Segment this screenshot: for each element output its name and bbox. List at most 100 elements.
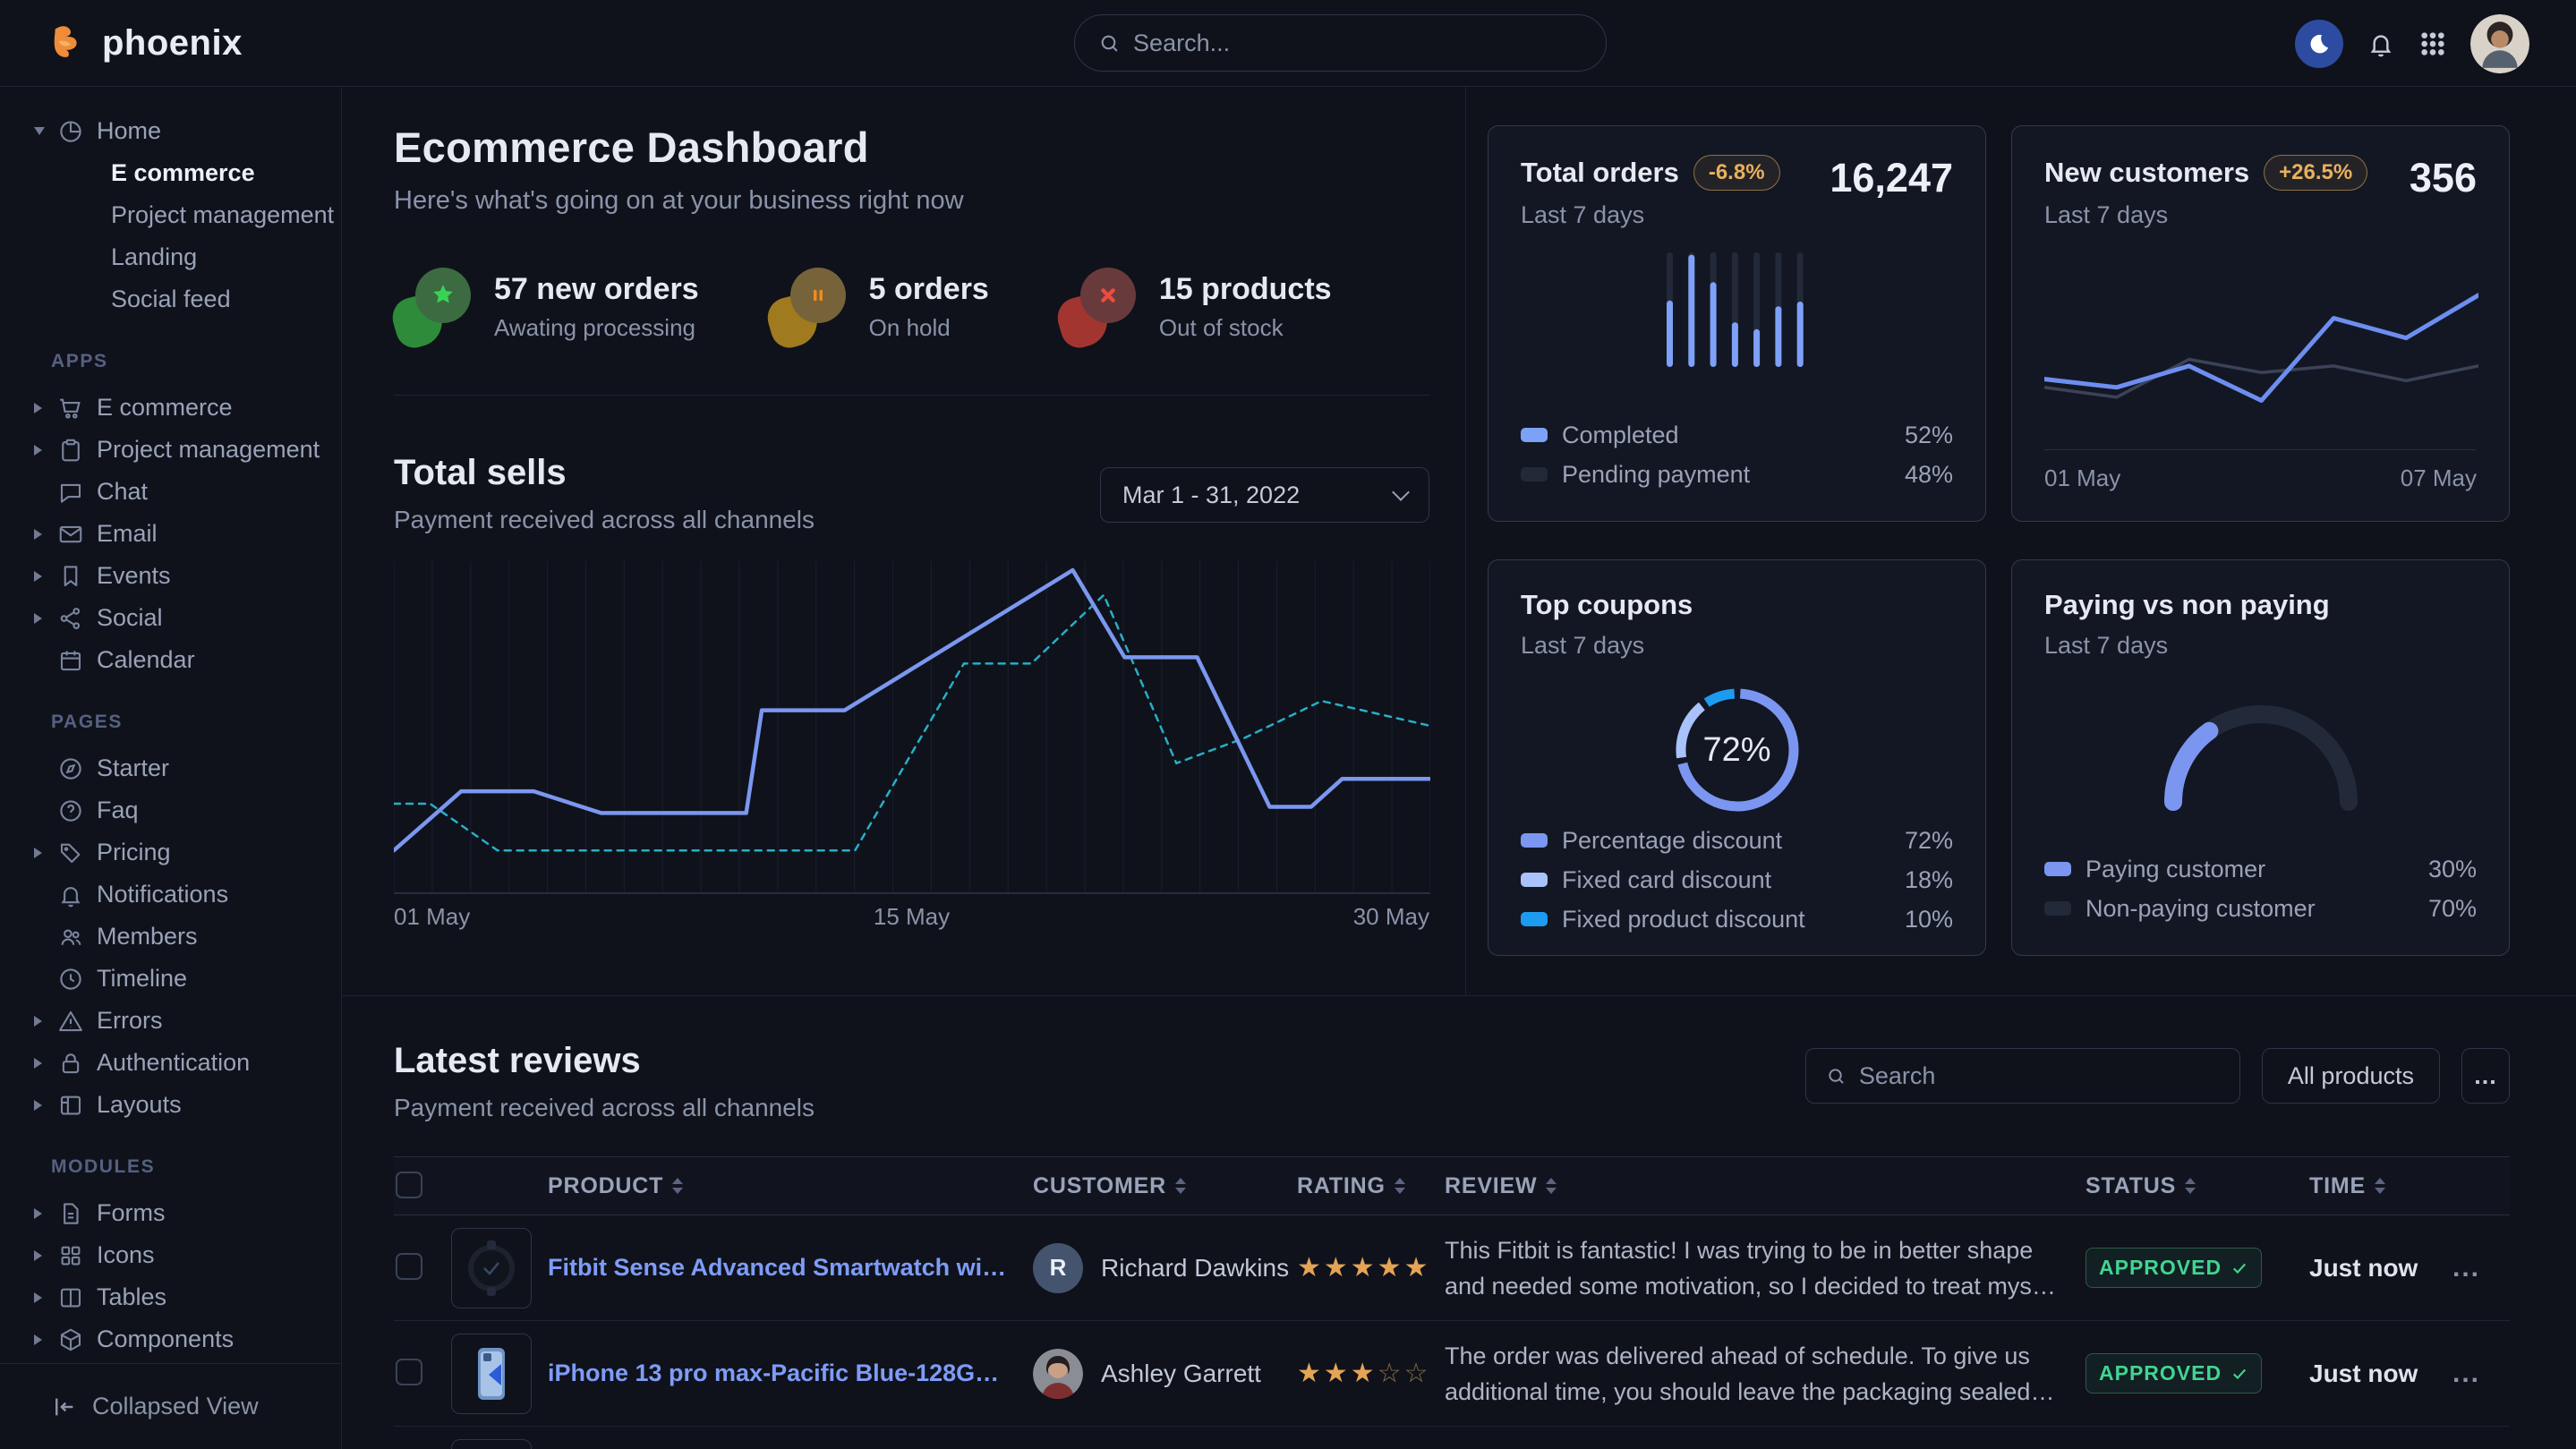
caret-slot: [34, 529, 57, 540]
caret-slot: [34, 848, 57, 858]
sidebar-item-tables[interactable]: Tables: [0, 1276, 341, 1318]
date-range-select[interactable]: Mar 1 - 31, 2022: [1100, 467, 1429, 523]
product-thumbnail: [451, 1334, 532, 1414]
notifications-button[interactable]: [2367, 30, 2395, 58]
bookmark-icon: [57, 563, 84, 590]
nine-dots-grid-icon: [2418, 30, 2447, 58]
sidebar-item-e-commerce[interactable]: E commerce: [0, 387, 341, 429]
caret-slot: [34, 613, 57, 624]
column-header-rating[interactable]: RATING: [1297, 1173, 1445, 1199]
sidebar-item-faq[interactable]: Faq: [0, 789, 341, 831]
caret-right-icon: [34, 1208, 42, 1219]
column-header-time[interactable]: TIME: [2309, 1173, 2452, 1199]
row-more-button[interactable]: ...: [2452, 1359, 2480, 1389]
sidebar-item-social[interactable]: Social: [0, 597, 341, 639]
column-header-product[interactable]: PRODUCT: [451, 1173, 1033, 1199]
legend-row: Non-paying customer70%: [2044, 889, 2477, 928]
legend-label: Fixed product discount: [1562, 906, 1805, 933]
legend-row: Paying customer30%: [2044, 849, 2477, 889]
sidebar-item-notifications[interactable]: Notifications: [0, 874, 341, 916]
review-text: The order was delivered ahead of schedul…: [1445, 1338, 2086, 1410]
theme-toggle-button[interactable]: [2295, 20, 2343, 68]
sidebar-item-project-management[interactable]: Project management: [0, 429, 341, 471]
reviews-search-input[interactable]: [1859, 1062, 2220, 1090]
file-icon: [57, 1200, 84, 1227]
customer-name: Richard Dawkins: [1101, 1254, 1289, 1283]
sidebar-item-layouts[interactable]: Layouts: [0, 1084, 341, 1126]
sidebar-item-label: Timeline: [97, 965, 187, 993]
sidebar-item-components[interactable]: Components: [0, 1318, 341, 1360]
reviews-search[interactable]: [1805, 1048, 2240, 1104]
sidebar-section-label: PAGES: [51, 712, 341, 733]
apps-grid-button[interactable]: [2418, 30, 2447, 58]
sidebar-item-email[interactable]: Email: [0, 513, 341, 555]
sidebar-subitem-landing[interactable]: Landing: [0, 236, 341, 278]
divider: [394, 395, 1429, 396]
sidebar-item-forms[interactable]: Forms: [0, 1192, 341, 1234]
sidebar-item-label: Pricing: [97, 839, 171, 866]
row-checkbox[interactable]: [396, 1359, 422, 1385]
sidebar-item-home[interactable]: Home: [0, 110, 341, 152]
sidebar-item-label: Errors: [97, 1007, 163, 1035]
caret-right-icon: [34, 1334, 42, 1345]
row-more-button[interactable]: ...: [2452, 1253, 2480, 1283]
legend-swatch: [1521, 912, 1548, 926]
total-orders-value: 16,247: [1830, 155, 1953, 201]
brand-logo[interactable]: phoenix: [47, 22, 243, 64]
cart-icon: [57, 395, 84, 422]
row-checkbox[interactable]: [396, 1253, 422, 1280]
sidebar-item-label: Authentication: [97, 1049, 250, 1077]
total-orders-title: Total orders: [1521, 157, 1679, 189]
stat-value: 57 new orders: [494, 272, 699, 307]
sidebar-item-timeline[interactable]: Timeline: [0, 958, 341, 1000]
user-avatar[interactable]: [2470, 14, 2529, 73]
status-badge: APPROVED: [2086, 1248, 2262, 1288]
column-header-review[interactable]: REVIEW: [1445, 1173, 2086, 1199]
total-orders-card: Total orders -6.8% Last 7 days 16,247 Co…: [1488, 125, 1986, 522]
sidebar-item-authentication[interactable]: Authentication: [0, 1042, 341, 1084]
collapse-view-button[interactable]: Collapsed View: [0, 1363, 341, 1449]
caret-down-icon: [34, 127, 45, 135]
column-header-status[interactable]: STATUS: [2086, 1173, 2309, 1199]
bell-icon: [57, 882, 84, 908]
column-header-customer[interactable]: CUSTOMER: [1033, 1173, 1297, 1199]
sidebar-subitem-e-commerce[interactable]: E commerce: [0, 152, 341, 194]
legend-swatch: [1521, 833, 1548, 848]
new-customers-line-chart: [2044, 265, 2477, 444]
product-link[interactable]: iPhone 13 pro max-Pacific Blue-128GB sto…: [548, 1360, 1013, 1387]
sidebar-item-icons[interactable]: Icons: [0, 1234, 341, 1276]
select-all-checkbox[interactable]: [396, 1172, 422, 1198]
legend-row: Fixed card discount18%: [1521, 860, 1953, 899]
caret-slot: [34, 1292, 57, 1303]
sidebar-item-starter[interactable]: Starter: [0, 747, 341, 789]
calendar-icon: [57, 647, 84, 674]
sidebar-item-events[interactable]: Events: [0, 555, 341, 597]
x-blob-icon: [1059, 268, 1136, 346]
caret-right-icon: [34, 1016, 42, 1027]
paying-legend: Paying customer30%Non-paying customer70%: [2044, 849, 2477, 928]
sidebar-item-errors[interactable]: Errors: [0, 1000, 341, 1042]
tag-icon: [57, 840, 84, 866]
global-search-input[interactable]: [1133, 30, 1582, 57]
top-coupons-legend: Percentage discount72%Fixed card discoun…: [1521, 821, 1953, 939]
sidebar-item-chat[interactable]: Chat: [0, 471, 341, 513]
sidebar-item-pricing[interactable]: Pricing: [0, 831, 341, 874]
global-search[interactable]: [1074, 14, 1607, 72]
reviews-more-button[interactable]: ...: [2461, 1048, 2510, 1104]
sidebar-item-label: Calendar: [97, 646, 195, 674]
caret-right-icon: [34, 848, 42, 858]
caret-slot: [34, 1100, 57, 1111]
sidebar-item-label: Email: [97, 520, 158, 548]
review-text: This Fitbit is fantastic! I was trying t…: [1445, 1232, 2086, 1304]
status-badge: APPROVED: [2086, 1353, 2262, 1394]
table-row: Fitbit Sense Advanced Smartwatch with To…: [394, 1215, 2510, 1321]
stat-value: 15 products: [1159, 272, 1332, 307]
product-link[interactable]: Fitbit Sense Advanced Smartwatch with To…: [548, 1254, 1013, 1282]
all-products-button[interactable]: All products: [2262, 1048, 2440, 1104]
top-coupons-period: Last 7 days: [1521, 632, 1953, 660]
sidebar-item-members[interactable]: Members: [0, 916, 341, 958]
sidebar-subitem-project-management[interactable]: Project management: [0, 194, 341, 236]
sidebar-item-label: Chat: [97, 478, 148, 506]
sidebar-subitem-social-feed[interactable]: Social feed: [0, 278, 341, 320]
sidebar-item-calendar[interactable]: Calendar: [0, 639, 341, 681]
